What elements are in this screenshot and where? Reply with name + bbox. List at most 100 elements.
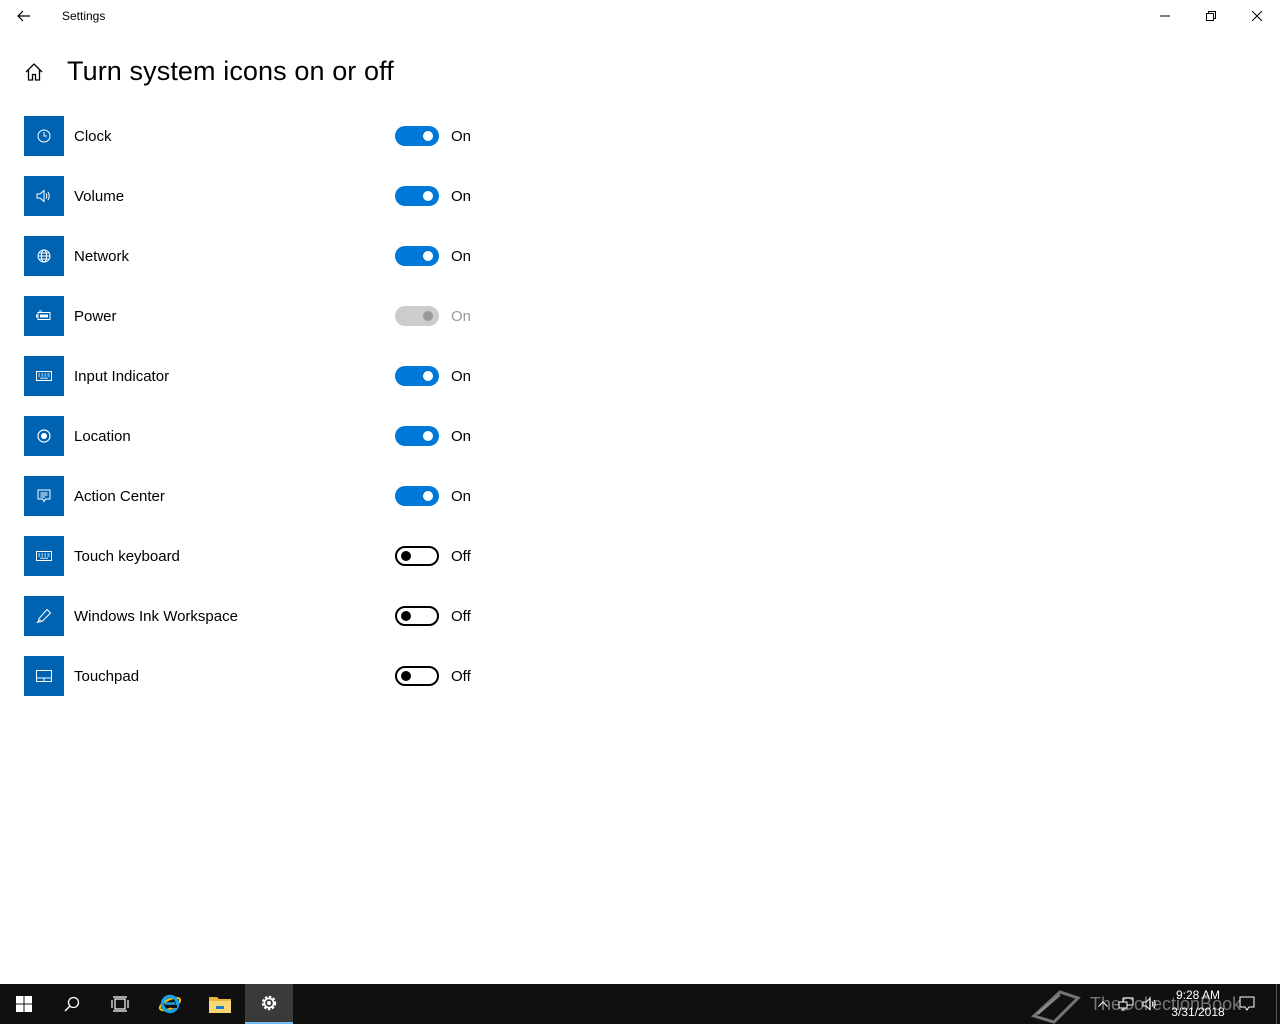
network-toggle[interactable] (395, 246, 439, 266)
clock-icon (37, 129, 51, 143)
minimize-button[interactable] (1142, 0, 1188, 32)
keyboard-icon (36, 371, 52, 381)
location-icon (37, 429, 51, 443)
app-title: Settings (62, 9, 106, 23)
minimize-icon (1160, 15, 1170, 17)
setting-label: Touch keyboard (74, 547, 180, 565)
touchpad-toggle[interactable] (395, 666, 439, 686)
clock-toggle[interactable] (395, 126, 439, 146)
clock-time: 9:28 AM (1175, 988, 1221, 1002)
icon-tile (24, 416, 64, 456)
icon-tile (24, 596, 64, 636)
touch-keyboard-toggle[interactable] (395, 546, 439, 566)
task-view-icon (111, 996, 129, 1012)
setting-row-windows-ink: Windows Ink Workspace Off (24, 596, 484, 636)
toggle-knob (423, 131, 433, 141)
internet-explorer-button[interactable] (146, 984, 194, 1024)
toggle-knob (423, 371, 433, 381)
icon-tile (24, 296, 64, 336)
toggle-knob (401, 671, 411, 681)
action-center-icon (37, 489, 51, 503)
back-button[interactable] (0, 0, 48, 32)
setting-label: Volume (74, 187, 125, 205)
toggle-knob (423, 491, 433, 501)
setting-row-touchpad: Touchpad Off (24, 656, 484, 696)
show-hidden-icons-button[interactable] (1093, 984, 1113, 1024)
toggle-state-text: On (451, 247, 472, 265)
setting-row-location: Location On (24, 416, 484, 456)
page-title: Turn system icons on or off (67, 56, 394, 86)
book-logo-icon (1031, 990, 1081, 1024)
volume-icon (36, 189, 50, 203)
notification-icon (1239, 996, 1255, 1011)
toggle-knob (423, 191, 433, 201)
toggle-state-text: On (451, 187, 472, 205)
taskbar-clock[interactable]: 9:28 AM 3/31/2018 (1160, 984, 1236, 1024)
toggle-state-text: On (451, 307, 472, 325)
icon-tile (24, 656, 64, 696)
icon-tile (24, 116, 64, 156)
toggle-state-text: Off (451, 607, 471, 625)
power-toggle (395, 306, 439, 326)
start-button[interactable] (0, 984, 48, 1024)
setting-label: Clock (74, 127, 112, 145)
file-explorer-button[interactable] (196, 984, 244, 1024)
action-center-toggle[interactable] (395, 486, 439, 506)
gear-icon (261, 995, 277, 1011)
input-indicator-toggle[interactable] (395, 366, 439, 386)
settings-window: Settings Turn system icons on or off Clo… (0, 0, 1280, 984)
toggle-state-text: Off (451, 667, 471, 685)
setting-label: Power (74, 307, 117, 325)
restore-button[interactable] (1188, 0, 1234, 32)
battery-icon (36, 310, 51, 320)
home-button[interactable] (24, 62, 44, 82)
location-toggle[interactable] (395, 426, 439, 446)
volume-tray-button[interactable] (1140, 984, 1160, 1024)
keyboard-icon (36, 551, 52, 561)
task-view-button[interactable] (96, 984, 144, 1024)
toggle-knob (423, 431, 433, 441)
pen-icon (36, 608, 52, 624)
back-arrow-icon (17, 10, 30, 22)
setting-row-input-indicator: Input Indicator On (24, 356, 484, 396)
settings-taskbar-button[interactable] (245, 984, 293, 1024)
restore-icon (1206, 11, 1216, 21)
taskbar: TheCollectionBook 9:28 AM 3/31/2018 (0, 984, 1280, 1024)
window-controls (1142, 0, 1280, 32)
action-center-tray-button[interactable] (1236, 984, 1258, 1024)
home-icon (25, 62, 43, 81)
setting-row-network: Network On (24, 236, 484, 276)
setting-row-touch-keyboard: Touch keyboard Off (24, 536, 484, 576)
setting-label: Network (74, 247, 130, 265)
clock-date: 3/31/2018 (1171, 1005, 1225, 1019)
folder-icon (209, 997, 231, 1013)
close-button[interactable] (1234, 0, 1280, 32)
network-tray-icon (1118, 997, 1134, 1011)
toggle-state-text: On (451, 487, 472, 505)
icon-tile (24, 536, 64, 576)
show-desktop-button[interactable] (1276, 984, 1280, 1024)
setting-row-power: Power On (24, 296, 484, 336)
search-button[interactable] (48, 984, 96, 1024)
setting-label: Input Indicator (74, 367, 170, 385)
setting-label: Touchpad (74, 667, 140, 685)
setting-row-clock: Clock On (24, 116, 484, 156)
network-icon (37, 249, 51, 263)
toggle-state-text: On (451, 127, 472, 145)
page-header: Turn system icons on or off (24, 56, 394, 87)
volume-toggle[interactable] (395, 186, 439, 206)
network-tray-button[interactable] (1116, 984, 1136, 1024)
windows-ink-toggle[interactable] (395, 606, 439, 626)
toggle-knob (401, 551, 411, 561)
internet-explorer-icon (158, 994, 182, 1014)
toggle-state-text: Off (451, 547, 471, 565)
toggle-state-text: On (451, 427, 472, 445)
search-icon (64, 996, 80, 1012)
icon-tile (24, 476, 64, 516)
title-bar: Settings (0, 0, 1280, 32)
toggle-knob (423, 251, 433, 261)
volume-tray-icon (1142, 997, 1156, 1011)
setting-row-action-center: Action Center On (24, 476, 484, 516)
setting-label: Windows Ink Workspace (74, 607, 238, 625)
setting-label: Location (74, 427, 131, 445)
